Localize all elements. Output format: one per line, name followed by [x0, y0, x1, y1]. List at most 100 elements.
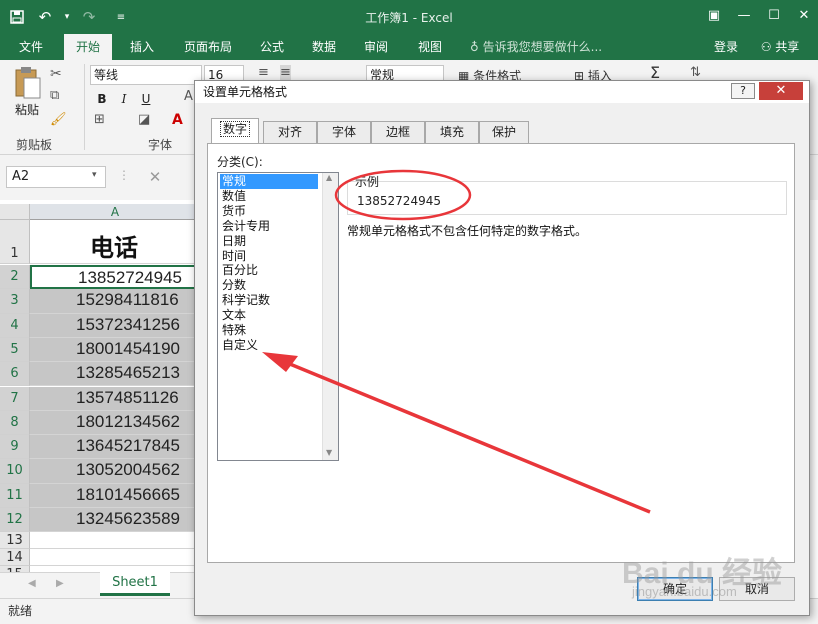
scroll-down-icon[interactable]: ▼ — [326, 448, 332, 457]
table-cell[interactable]: 18101456665 — [30, 483, 200, 508]
row-header[interactable]: 11 — [0, 483, 30, 508]
select-all-corner[interactable] — [0, 204, 30, 220]
format-description: 常规单元格格式不包含任何特定的数字格式。 — [347, 224, 588, 238]
tab-data[interactable]: 数据 — [304, 34, 344, 60]
tab-page-layout[interactable]: 页面布局 — [176, 34, 240, 60]
sample-value: 13852724945 — [357, 194, 441, 208]
prev-sheet-icon[interactable]: ◀ — [28, 578, 36, 589]
category-item[interactable]: 分数 — [220, 278, 318, 293]
tab-insert[interactable]: 插入 — [120, 34, 164, 60]
category-item[interactable]: 会计专用 — [220, 219, 318, 234]
share-button[interactable]: ⚇ 共享 — [750, 34, 810, 60]
table-cell[interactable]: 13285465213 — [30, 362, 200, 387]
tab-review[interactable]: 审阅 — [356, 34, 396, 60]
title-bar: ↶ ▾ ↷ ≡ 工作簿1 - Excel ▣ — ☐ ✕ — [0, 0, 818, 34]
tab-file[interactable]: 文件 — [10, 34, 52, 60]
tab-view[interactable]: 视图 — [410, 34, 450, 60]
lightbulb-icon: ♁ — [470, 40, 479, 54]
minimize-button[interactable]: — — [730, 5, 758, 27]
table-cell[interactable] — [30, 549, 200, 567]
category-item[interactable]: 时间 — [220, 249, 318, 264]
paste-button[interactable]: 粘贴 — [10, 100, 44, 120]
category-item[interactable]: 日期 — [220, 234, 318, 249]
category-scrollbar[interactable]: ▲ ▼ — [322, 173, 338, 460]
help-button[interactable]: ? — [731, 83, 755, 99]
table-cell[interactable]: 13852724945 — [30, 265, 200, 290]
column-header-a[interactable]: A — [30, 204, 200, 220]
increase-font-icon[interactable]: A — [184, 89, 193, 104]
chevron-down-icon[interactable]: ▾ — [92, 170, 97, 180]
category-list[interactable]: ▲ ▼ 常规 数值 货币 会计专用 日期 时间 百分比 分数 科学记数 文本 特殊 自定义 — [217, 172, 339, 461]
sheet-tab[interactable]: Sheet1 — [100, 572, 170, 596]
tab-home[interactable]: 开始 — [64, 34, 112, 60]
tell-me-box[interactable]: ♁ 告诉我您想要做什么... — [470, 34, 602, 60]
dialog-title: 设置单元格格式 — [195, 81, 809, 103]
dialog-close-button[interactable]: ✕ — [759, 82, 803, 100]
cancel-entry-icon[interactable]: ✕ — [140, 166, 170, 188]
table-cell[interactable]: 15372341256 — [30, 313, 200, 338]
header-cell[interactable]: 电话 — [30, 220, 200, 264]
font-color-icon[interactable]: A — [172, 112, 183, 128]
table-cell[interactable]: 15298411816 — [30, 289, 200, 314]
login-link[interactable]: 登录 — [706, 34, 746, 60]
underline-button[interactable]: U — [138, 89, 154, 109]
tab-formulas[interactable]: 公式 — [252, 34, 292, 60]
borders-icon[interactable]: ⊞ — [94, 112, 105, 127]
category-item[interactable]: 数值 — [220, 189, 318, 204]
tab-alignment[interactable]: 对齐 — [263, 121, 317, 143]
fill-color-icon[interactable]: ◪ — [138, 112, 150, 127]
tab-fill[interactable]: 填充 — [425, 121, 479, 143]
table-cell[interactable] — [30, 532, 200, 550]
table-cell[interactable]: 13645217845 — [30, 435, 200, 460]
tab-number-label: 数字 — [219, 121, 250, 137]
row-header[interactable]: 12 — [0, 508, 30, 533]
category-item[interactable]: 百分比 — [220, 263, 318, 278]
category-item[interactable]: 自定义 — [220, 338, 318, 353]
scroll-up-icon[interactable]: ▲ — [326, 173, 332, 182]
bold-button[interactable]: B — [94, 89, 110, 109]
table-cell[interactable]: 13245623589 — [30, 508, 200, 533]
next-sheet-icon[interactable]: ▶ — [56, 578, 64, 589]
font-name-combo[interactable]: 等线 — [90, 65, 202, 85]
sort-filter-icon[interactable]: ⇅ — [690, 65, 701, 80]
row-header[interactable]: 9 — [0, 435, 30, 460]
table-cell[interactable]: 13574851126 — [30, 386, 200, 411]
tab-protection[interactable]: 保护 — [479, 121, 529, 143]
row-header[interactable]: 3 — [0, 289, 30, 314]
category-item[interactable]: 常规 — [220, 174, 318, 189]
tab-number[interactable]: 数字 — [211, 118, 259, 144]
divider — [84, 64, 85, 150]
category-item[interactable]: 文本 — [220, 308, 318, 323]
table-cell[interactable]: 18012134562 — [30, 410, 200, 436]
tab-border[interactable]: 边框 — [371, 121, 425, 143]
row-header[interactable]: 8 — [0, 410, 30, 436]
row-header[interactable]: 10 — [0, 459, 30, 484]
close-button[interactable]: ✕ — [790, 5, 818, 27]
align-middle-icon[interactable]: ≡ — [280, 65, 291, 80]
row-header[interactable]: 13 — [0, 532, 30, 550]
format-painter-icon[interactable]: 🖌 — [50, 112, 68, 130]
copy-icon[interactable]: ⧉ — [50, 88, 68, 106]
cut-icon[interactable]: ✂ — [50, 66, 68, 84]
italic-button[interactable]: I — [116, 89, 132, 109]
ribbon-tabs: 文件 开始 插入 页面布局 公式 数据 审阅 视图 ♁ 告诉我您想要做什么...… — [0, 34, 818, 60]
row-header[interactable]: 5 — [0, 337, 30, 363]
person-icon: ⚇ — [760, 40, 772, 54]
ribbon-display-icon[interactable]: ▣ — [700, 5, 728, 27]
category-item[interactable]: 特殊 — [220, 323, 318, 338]
category-item[interactable]: 货币 — [220, 204, 318, 219]
row-header[interactable]: 6 — [0, 362, 30, 387]
maximize-button[interactable]: ☐ — [760, 5, 788, 27]
row-header[interactable]: 4 — [0, 313, 30, 338]
table-cell[interactable]: 13052004562 — [30, 459, 200, 484]
category-item[interactable]: 科学记数 — [220, 293, 318, 308]
tab-font[interactable]: 字体 — [317, 121, 371, 143]
name-box[interactable]: A2 — [6, 166, 106, 188]
row-header[interactable]: 1 — [0, 220, 30, 264]
align-top-icon[interactable]: ≡ — [258, 65, 269, 80]
table-cell[interactable]: 18001454190 — [30, 337, 200, 363]
paste-icon[interactable] — [12, 66, 42, 100]
row-header[interactable]: 14 — [0, 549, 30, 567]
row-header[interactable]: 7 — [0, 386, 30, 411]
row-header[interactable]: 2 — [0, 265, 30, 290]
